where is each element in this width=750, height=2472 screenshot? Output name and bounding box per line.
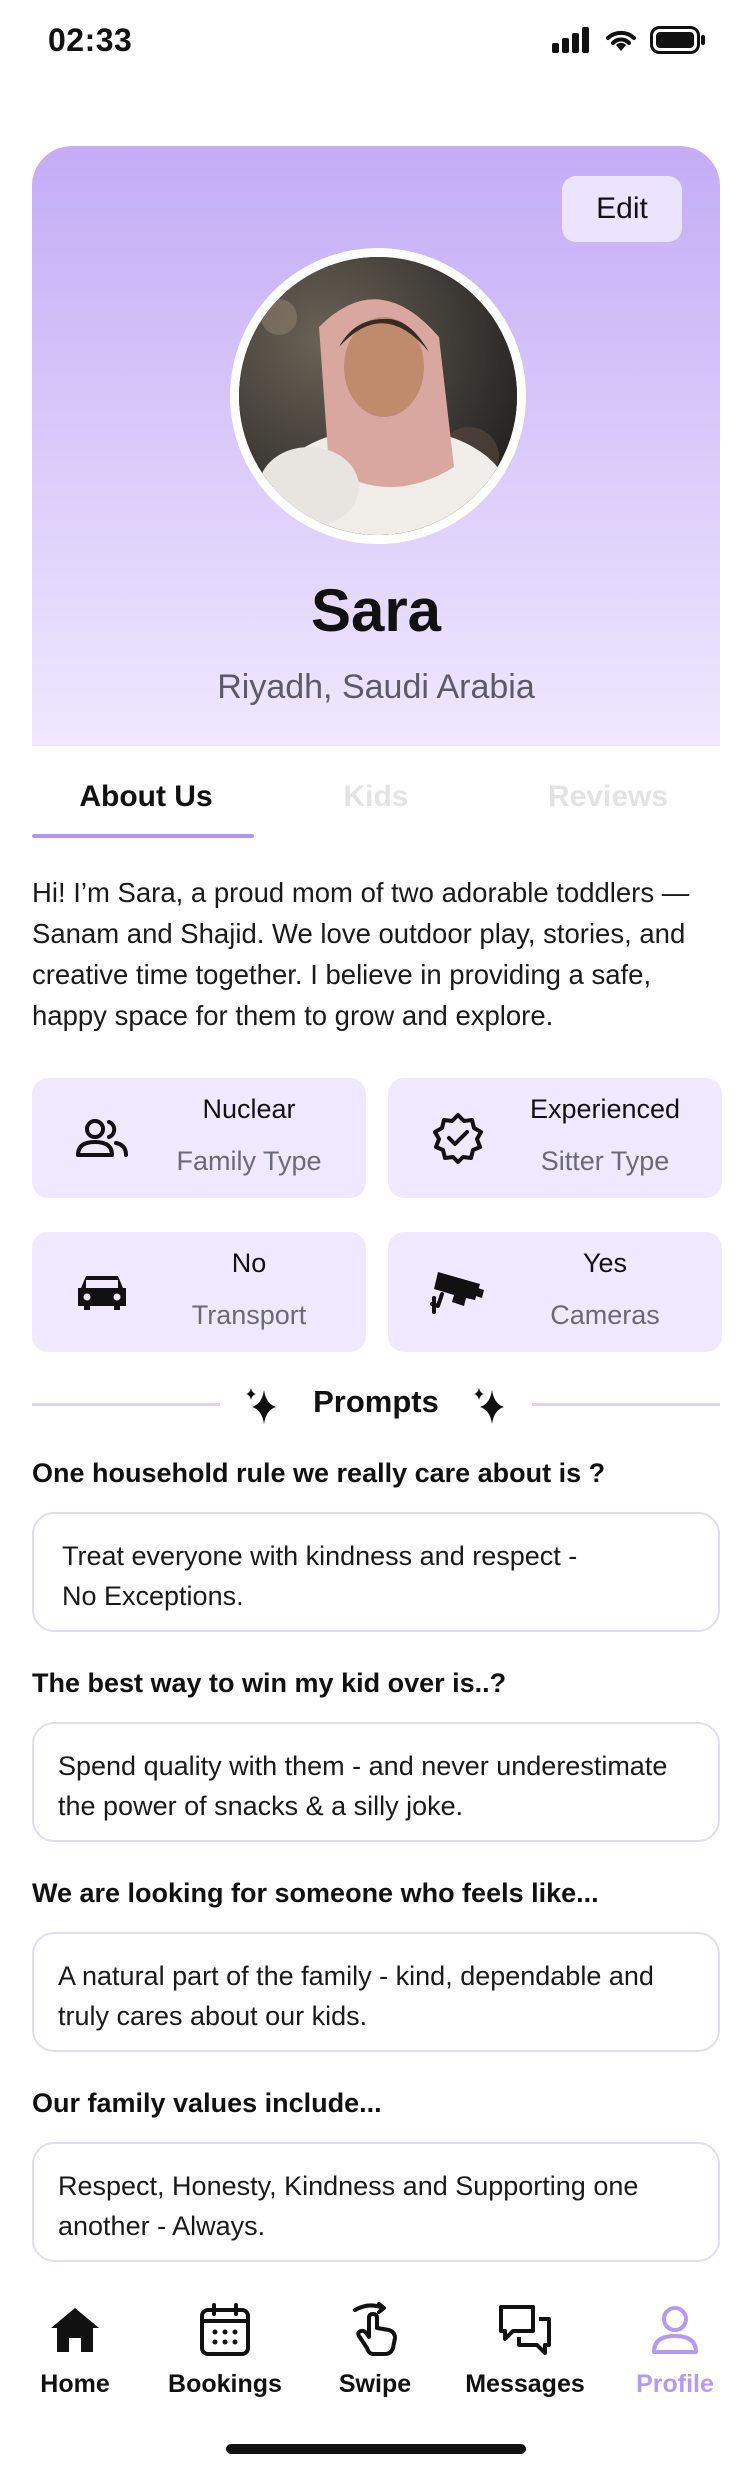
profile-location: Riyadh, Saudi Arabia (217, 668, 535, 706)
about-description: Hi! I’m Sara, a proud mom of two adorabl… (32, 872, 722, 1036)
active-tab-indicator (32, 834, 254, 838)
prompt-answer-box: Treat everyone with kindness and respect… (32, 1512, 720, 1632)
nav-label: Profile (636, 2370, 714, 2398)
nav-label: Home (40, 2370, 110, 2398)
tab-about-us[interactable]: About Us (36, 760, 256, 834)
about-line: creative time together. I believe in pro… (32, 959, 652, 990)
edit-button[interactable]: Edit (562, 176, 682, 242)
prompt-question: Our family values include... (32, 2088, 382, 2118)
sparkle-icon (474, 1388, 504, 1424)
info-label: Transport (191, 1300, 307, 1330)
profile-name: Sara (310, 577, 442, 644)
tab-reviews[interactable]: Reviews (498, 760, 718, 834)
prompt-answer-line: A natural part of the family - kind, dep… (58, 1961, 654, 1991)
calendar-icon (197, 2302, 253, 2358)
nav-item-home[interactable]: Home (0, 2290, 150, 2410)
nav-item-messages[interactable]: Messages (450, 2290, 600, 2410)
info-card-transport: No Transport (32, 1232, 366, 1352)
nav-label: Swipe (338, 2370, 412, 2398)
prompt-answer-line: Treat everyone with kindness and respect… (62, 1541, 578, 1571)
info-value: Nuclear (202, 1094, 296, 1124)
prompt-answer-box: Spend quality with them - and never unde… (32, 1722, 720, 1842)
status-icons (552, 26, 706, 54)
prompt-question: One household rule we really care about … (32, 1458, 606, 1488)
prompts-section-header: Prompts (32, 1376, 720, 1432)
wifi-icon (606, 30, 636, 51)
info-label: Sitter Type (540, 1146, 670, 1176)
about-line: Hi! I’m Sara, a proud mom of two adorabl… (32, 877, 690, 908)
nav-item-bookings[interactable]: Bookings (150, 2290, 300, 2410)
nav-label: Messages (465, 2370, 585, 2398)
avatar (230, 248, 526, 544)
status-time: 02:33 (48, 22, 133, 58)
nav-label: Bookings (168, 2370, 282, 2398)
nav-item-profile[interactable]: Profile (600, 2290, 750, 2410)
status-bar: 02:33 (0, 0, 750, 84)
nav-item-swipe[interactable]: Swipe (300, 2290, 450, 2410)
battery-icon (650, 26, 705, 54)
prompt-answer-line: Spend quality with them - and never unde… (58, 1751, 668, 1781)
prompt-answer-line: Respect, Honesty, Kindness and Supportin… (58, 2171, 639, 2201)
about-line: Sanam and Shajid. We love outdoor play, … (32, 918, 686, 949)
prompt-answer-box: A natural part of the family - kind, dep… (32, 1932, 720, 2052)
messages-icon (497, 2302, 553, 2358)
prompt-answer-box: Respect, Honesty, Kindness and Supportin… (32, 2142, 720, 2262)
swipe-hand-icon (347, 2302, 403, 2358)
car-icon (74, 1268, 130, 1316)
people-icon (74, 1114, 130, 1162)
prompt-question: We are looking for someone who feels lik… (32, 1878, 599, 1908)
info-card-cameras: Yes Cameras (388, 1232, 722, 1352)
info-value: No (231, 1248, 267, 1278)
profile-header-card: Edit Sara Riyadh, Saudi Arabia (32, 146, 720, 746)
camera-icon (430, 1268, 486, 1316)
info-value: Experienced (529, 1094, 681, 1124)
user-icon (647, 2302, 703, 2358)
prompt-answer-line: the power of snacks & a silly joke. (58, 1791, 464, 1821)
prompt-question: The best way to win my kid over is..? (32, 1668, 507, 1698)
signal-icon (552, 27, 589, 53)
bottom-navigation: Home Bookings Swipe Messages Profile (0, 2290, 750, 2410)
prompt-answer-line: truly cares about our kids. (58, 2001, 368, 2031)
prompt-answer-line: No Exceptions. (62, 1581, 244, 1611)
prompts-title: Prompts (313, 1384, 439, 1419)
home-indicator[interactable] (226, 2444, 526, 2454)
avatar-photo (239, 257, 517, 535)
prompt-answer-line: another - Always. (58, 2211, 266, 2241)
info-card-family-type: Nuclear Family Type (32, 1078, 366, 1198)
info-value: Yes (582, 1248, 628, 1278)
verified-badge-icon (430, 1113, 486, 1164)
tab-kids[interactable]: Kids (266, 760, 486, 834)
home-icon (47, 2302, 103, 2358)
info-label: Cameras (550, 1300, 660, 1330)
info-label: Family Type (176, 1146, 322, 1176)
info-card-sitter-type: Experienced Sitter Type (388, 1078, 722, 1198)
about-line: happy space for them to grow and explore… (32, 1000, 554, 1031)
profile-tabs: About Us Kids Reviews (32, 760, 720, 838)
